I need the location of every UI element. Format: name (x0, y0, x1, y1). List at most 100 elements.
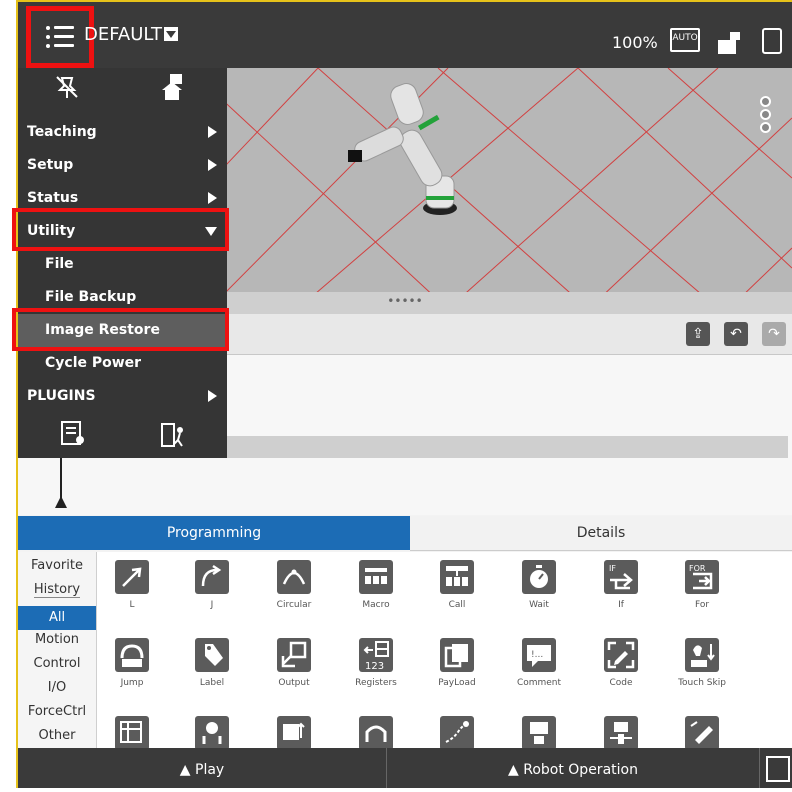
panel-toggle-icon[interactable] (766, 756, 790, 782)
category-io[interactable]: I/O (18, 676, 96, 700)
instr-circular[interactable]: Circular (259, 552, 329, 616)
tool-change-icon (690, 721, 713, 744)
instr-row3-3[interactable] (259, 708, 329, 748)
path-point-icon (445, 721, 469, 743)
instr-jump[interactable]: Jump (97, 630, 167, 694)
instr-wait[interactable]: Wait (504, 552, 574, 616)
touch-icon[interactable] (762, 28, 782, 54)
touch-skip-icon (691, 644, 715, 667)
macro-icon (365, 568, 387, 584)
output-icon (281, 641, 307, 668)
instr-row3-1[interactable] (97, 708, 167, 748)
instr-row3-4[interactable] (341, 708, 411, 748)
instr-touch-skip[interactable]: Touch Skip (667, 630, 737, 694)
zoom-level: 100% (612, 33, 658, 52)
tab-details[interactable]: Details (410, 516, 792, 551)
menu-item-setup[interactable]: Setup (18, 149, 227, 182)
redo-icon[interactable]: ↷ (762, 322, 786, 346)
highlight-image-restore (12, 308, 229, 351)
svg-text:IF: IF (609, 564, 616, 573)
instr-call[interactable]: Call (422, 552, 492, 616)
network-home-icon[interactable] (160, 74, 186, 102)
grid-icon (120, 721, 142, 743)
category-other[interactable]: Other (18, 724, 96, 748)
payload-icon (444, 644, 468, 668)
auto-mode-icon[interactable]: AUTO (670, 28, 700, 52)
category-motion[interactable]: Motion (18, 628, 96, 652)
robot-operation-button[interactable]: ▲ Robot Operation (387, 748, 760, 788)
user-document-icon[interactable] (58, 420, 86, 450)
instr-j[interactable]: J (177, 552, 247, 616)
highlight-utility (12, 208, 229, 251)
teach-pendant-icon[interactable] (718, 32, 742, 56)
instruction-categories: Favorite History All Motion Control I/O … (18, 552, 97, 748)
chevron-right-icon (208, 126, 217, 138)
program-dropdown-icon[interactable] (163, 27, 178, 41)
chevron-right-icon (208, 192, 217, 204)
category-all[interactable]: All (18, 606, 96, 630)
tag-icon (205, 644, 223, 666)
menu-icon (46, 25, 74, 49)
top-bar: DEFAULT 100% AUTO (18, 2, 792, 68)
instr-for[interactable]: FOR For (667, 552, 737, 616)
instr-label[interactable]: Label (177, 630, 247, 694)
robot-arm (348, 83, 457, 215)
gripper-icon (202, 722, 222, 744)
instr-registers[interactable]: 123 Registers (341, 630, 411, 694)
menu-item-file[interactable]: File (18, 248, 227, 281)
main-menu: Teaching Setup Status Utility File File … (18, 68, 227, 458)
category-history[interactable]: History (18, 578, 96, 602)
tab-programming[interactable]: Programming (18, 516, 410, 550)
chevron-right-icon (208, 390, 217, 402)
category-forcectrl[interactable]: ForceCtrl (18, 700, 96, 724)
instr-row3-8[interactable] (667, 708, 737, 748)
vision-icon (530, 722, 548, 744)
joint-move-icon (201, 564, 222, 587)
undo-icon[interactable]: ↶ (724, 322, 748, 346)
table-load-icon (283, 722, 305, 740)
play-button[interactable]: ▲ Play (18, 748, 387, 788)
jump-icon (120, 644, 144, 667)
instr-payload[interactable]: PayLoad (422, 630, 492, 694)
category-favorite[interactable]: Favorite (18, 554, 96, 578)
code-edit-icon (607, 641, 635, 669)
instr-comment[interactable]: !... Comment (504, 630, 574, 694)
comment-icon: !... (527, 645, 551, 667)
circular-move-icon (282, 569, 306, 585)
menu-item-teaching[interactable]: Teaching (18, 116, 227, 149)
exit-icon[interactable] (160, 422, 188, 450)
bottom-tabs: Programming Details (18, 516, 792, 551)
bottom-bar: ▲ Play ▲ Robot Operation (18, 748, 792, 788)
instr-row3-7[interactable] (586, 708, 656, 748)
svg-text:123: 123 (365, 661, 384, 672)
menu-item-plugins[interactable]: PLUGINS (18, 380, 227, 413)
if-branch-icon: IF (609, 564, 633, 590)
svg-text:FOR: FOR (689, 564, 706, 573)
instr-row3-5[interactable] (422, 708, 492, 748)
instr-row3-6[interactable] (504, 708, 574, 748)
menu-item-cycle-power[interactable]: Cycle Power (18, 347, 227, 380)
call-icon (446, 566, 468, 586)
view-options-icon[interactable] (760, 96, 771, 135)
instr-macro[interactable]: Macro (341, 552, 411, 616)
menu-top-icons (18, 68, 227, 116)
stopwatch-icon (530, 565, 548, 588)
program-name[interactable]: DEFAULT (84, 24, 178, 45)
category-control[interactable]: Control (18, 652, 96, 676)
timeline-marker-icon (55, 496, 67, 508)
tool-frame-icon (610, 722, 632, 744)
instr-if[interactable]: IF If (586, 552, 656, 616)
for-loop-icon: FOR (689, 564, 713, 590)
instr-code[interactable]: Code (586, 630, 656, 694)
upload-icon[interactable]: ⇪ (686, 322, 710, 346)
linear-move-icon (122, 567, 142, 587)
chevron-right-icon (208, 159, 217, 171)
instr-output[interactable]: Output (259, 630, 329, 694)
unpin-icon[interactable] (54, 74, 80, 100)
robot-cell-icon (365, 725, 387, 742)
instr-l[interactable]: L (97, 552, 167, 616)
registers-icon: 123 (363, 641, 389, 672)
svg-text:!...: !... (531, 650, 543, 660)
instruction-palette: L J Circular Macro Call Wait IF If FOR F… (97, 552, 792, 748)
instr-row3-2[interactable] (177, 708, 247, 748)
